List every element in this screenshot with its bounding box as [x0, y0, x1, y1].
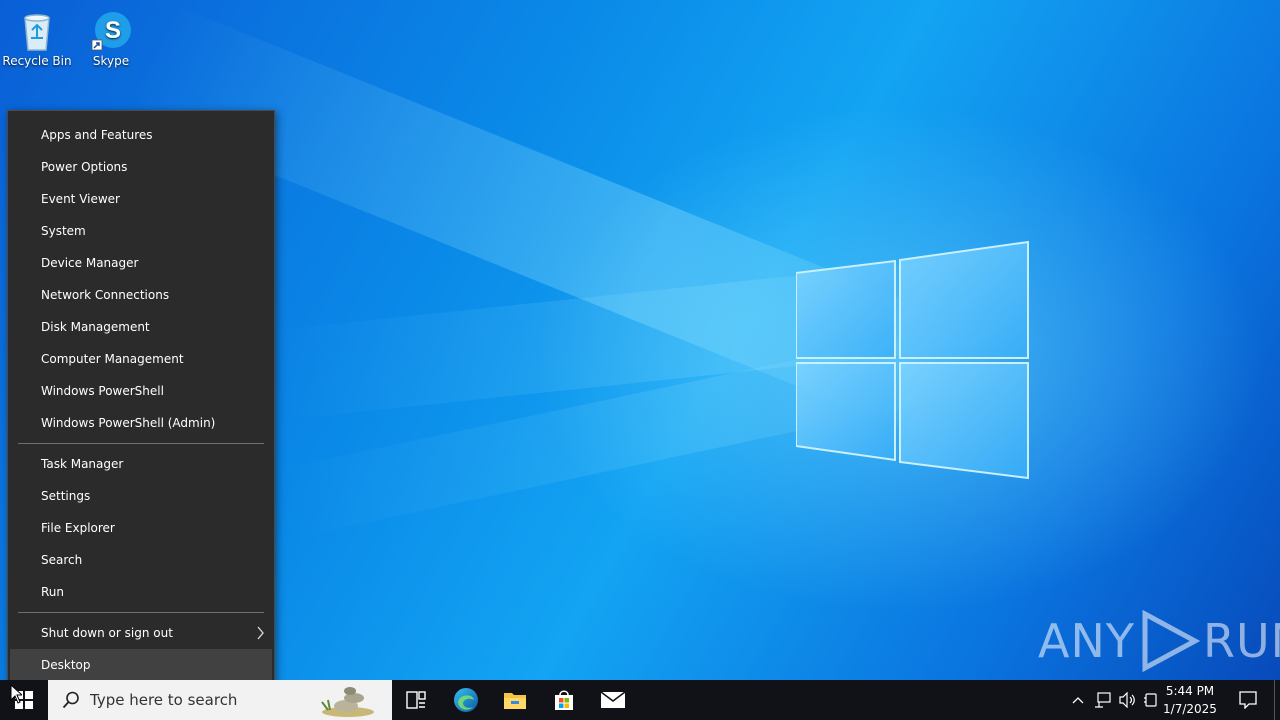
- menu-item-network-connections[interactable]: Network Connections: [8, 279, 274, 311]
- menu-item-shut-down-or-sign-out[interactable]: Shut down or sign out: [8, 617, 274, 649]
- task-view-icon: [406, 691, 426, 709]
- anyrun-watermark: ANY RUN: [1038, 610, 1280, 672]
- file-explorer-icon: [504, 693, 526, 709]
- show-hidden-icons-button[interactable]: [1068, 680, 1088, 720]
- tablet-icon: [1144, 693, 1157, 707]
- action-center-button[interactable]: [1230, 680, 1266, 720]
- taskbar: Type here to search 5:44 PM 1/7/2025: [0, 680, 1280, 720]
- task-view-button[interactable]: [392, 680, 440, 720]
- clock-time: 5:44 PM: [1165, 684, 1215, 698]
- recycle-bin-icon: [15, 8, 59, 52]
- menu-separator: [18, 612, 264, 613]
- play-icon: [1142, 610, 1201, 672]
- recycle-bin-label: Recycle Bin: [2, 54, 72, 68]
- menu-item-label: Shut down or sign out: [41, 626, 173, 640]
- show-desktop-button[interactable]: [1274, 680, 1280, 720]
- watermark-left: ANY: [1038, 614, 1135, 668]
- edge-icon: [454, 688, 478, 712]
- search-placeholder: Type here to search: [90, 691, 238, 709]
- menu-item-file-explorer[interactable]: File Explorer: [8, 512, 274, 544]
- start-button[interactable]: [0, 680, 48, 720]
- menu-separator: [18, 443, 264, 444]
- menu-item-event-viewer[interactable]: Event Viewer: [8, 183, 274, 215]
- menu-item-task-manager[interactable]: Task Manager: [8, 448, 274, 480]
- menu-item-run[interactable]: Run: [8, 576, 274, 608]
- volume-icon: [1119, 692, 1135, 708]
- search-highlight-icon: [318, 682, 378, 720]
- menu-item-windows-powershell-admin[interactable]: Windows PowerShell (Admin): [8, 407, 274, 439]
- chevron-up-icon: [1072, 697, 1084, 704]
- tray-clock[interactable]: 5:44 PM 1/7/2025: [1162, 682, 1218, 718]
- watermark-right: RUN: [1202, 614, 1280, 668]
- menu-item-search[interactable]: Search: [8, 544, 274, 576]
- edge-taskbar-button[interactable]: [442, 680, 490, 720]
- menu-item-windows-powershell[interactable]: Windows PowerShell: [8, 375, 274, 407]
- store-taskbar-button[interactable]: [540, 680, 588, 720]
- clock-date: 1/7/2025: [1163, 702, 1217, 716]
- windows-wallpaper-logo: [796, 240, 1029, 480]
- mail-icon: [600, 691, 626, 708]
- mouse-cursor-icon: [10, 684, 22, 704]
- menu-item-desktop[interactable]: Desktop: [10, 649, 272, 681]
- desktop-icon-recycle-bin[interactable]: Recycle Bin: [1, 8, 73, 68]
- network-icon: [1095, 692, 1111, 708]
- menu-item-device-manager[interactable]: Device Manager: [8, 247, 274, 279]
- file-explorer-taskbar-button[interactable]: [491, 680, 539, 720]
- menu-item-disk-management[interactable]: Disk Management: [8, 311, 274, 343]
- taskbar-search-box[interactable]: Type here to search: [48, 680, 392, 720]
- skype-label: Skype: [92, 54, 130, 68]
- skype-icon: S: [89, 8, 133, 52]
- volume-tray-button[interactable]: [1116, 680, 1138, 720]
- svg-text:S: S: [105, 17, 121, 44]
- notification-icon: [1239, 691, 1257, 709]
- desktop-icon-skype[interactable]: S Skype: [75, 8, 147, 68]
- menu-item-apps-and-features[interactable]: Apps and Features: [8, 119, 274, 151]
- menu-item-computer-management[interactable]: Computer Management: [8, 343, 274, 375]
- menu-item-power-options[interactable]: Power Options: [8, 151, 274, 183]
- power-user-menu: Apps and Features Power Options Event Vi…: [7, 110, 275, 686]
- search-icon: [62, 691, 80, 709]
- menu-item-settings[interactable]: Settings: [8, 480, 274, 512]
- store-icon: [555, 690, 573, 710]
- mail-taskbar-button[interactable]: [589, 680, 637, 720]
- tablet-tray-button[interactable]: [1140, 680, 1162, 720]
- menu-item-system[interactable]: System: [8, 215, 274, 247]
- network-tray-button[interactable]: [1092, 680, 1114, 720]
